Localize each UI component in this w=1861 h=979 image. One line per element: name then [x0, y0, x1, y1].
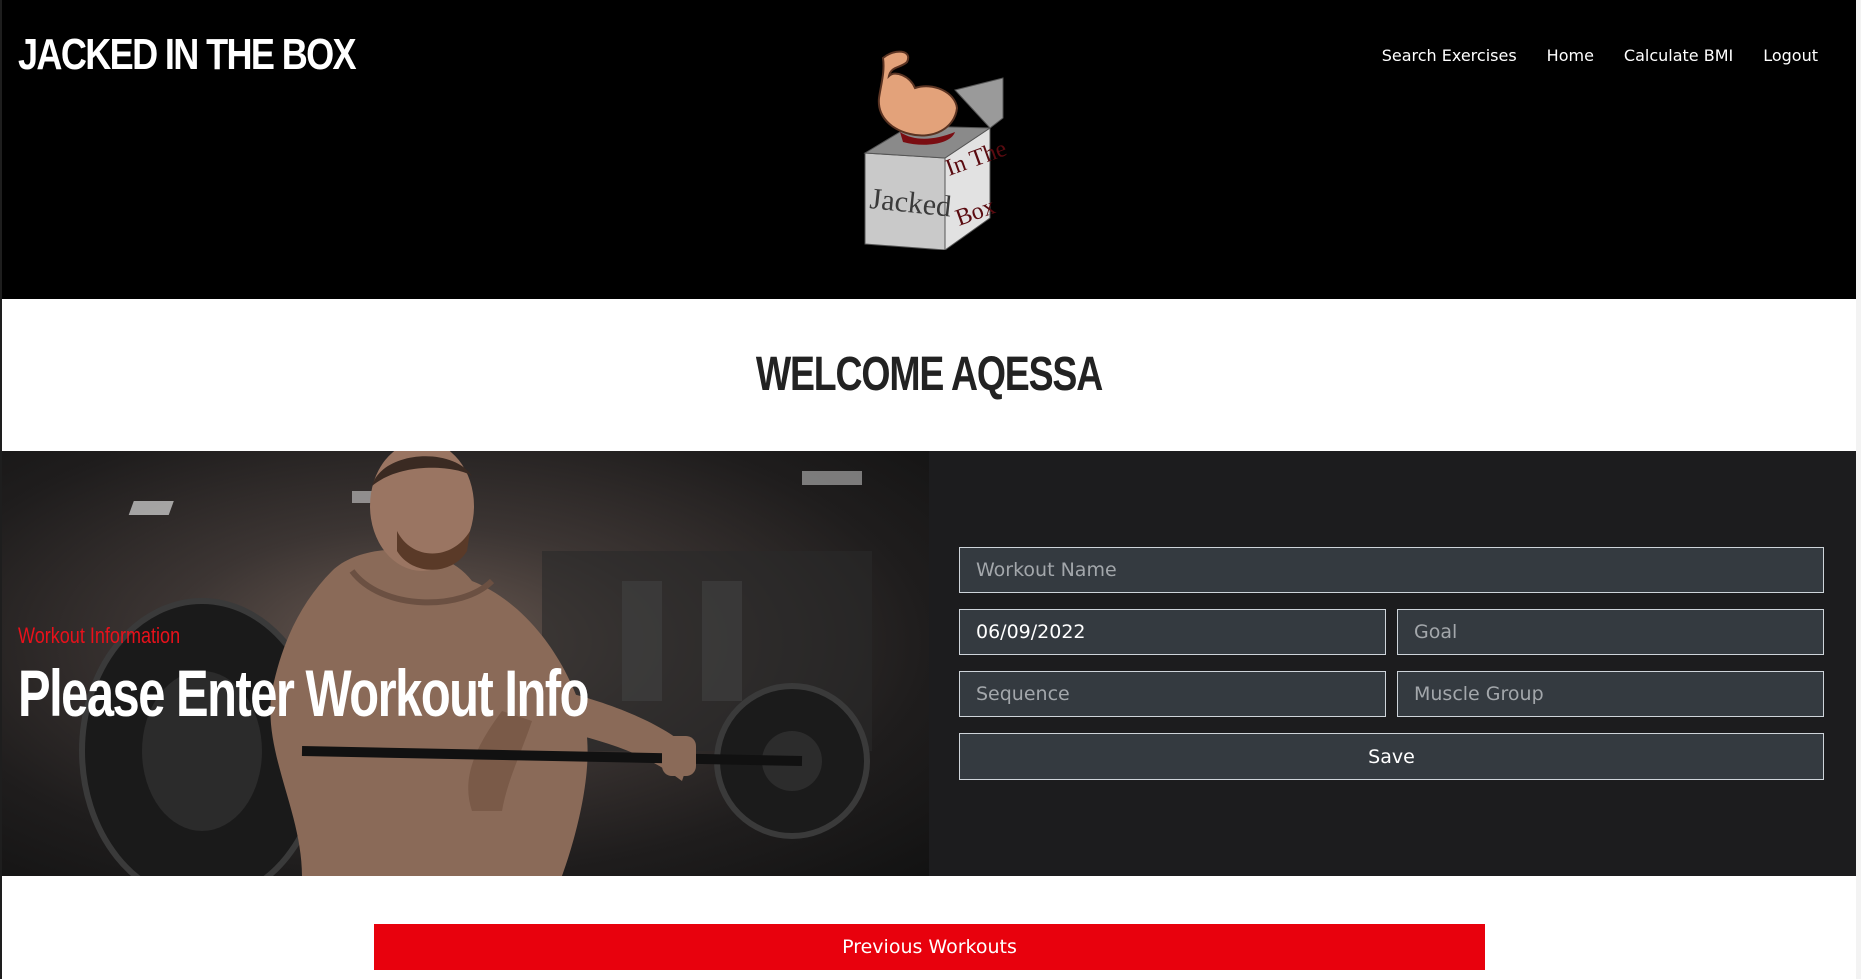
jacked-in-the-box-logo[interactable]: Jacked In The Box [855, 48, 1010, 250]
nav-calculate-bmi[interactable]: Calculate BMI [1624, 46, 1733, 65]
site-header: JACKED IN THE BOX Jacked In The Box Sear… [2, 0, 1856, 299]
nav-search-exercises[interactable]: Search Exercises [1382, 46, 1517, 65]
muscle-group-input[interactable] [1414, 683, 1807, 705]
window-scrollbar-track[interactable] [1856, 0, 1861, 979]
workout-form: Save [929, 451, 1856, 876]
welcome-heading: WELCOME AQESSA [2, 347, 1856, 402]
hero-title: Please Enter Workout Info [18, 656, 589, 730]
goal-input[interactable] [1414, 621, 1807, 643]
sequence-input[interactable] [976, 683, 1369, 705]
main-navigation: Search Exercises Home Calculate BMI Logo… [1352, 46, 1818, 65]
welcome-heading-text: WELCOME AQESSA [755, 348, 1103, 401]
save-button[interactable]: Save [959, 733, 1824, 780]
sequence-field[interactable] [959, 671, 1386, 717]
workout-name-input[interactable] [976, 559, 1807, 581]
welcome-section: WELCOME AQESSA [2, 299, 1856, 451]
date-input[interactable] [976, 621, 1369, 643]
muscle-group-field[interactable] [1397, 671, 1824, 717]
date-field[interactable] [959, 609, 1386, 655]
nav-home[interactable]: Home [1547, 46, 1594, 65]
workout-hero: Workout Information Please Enter Workout… [2, 451, 929, 876]
goal-field[interactable] [1397, 609, 1824, 655]
nav-logout[interactable]: Logout [1763, 46, 1818, 65]
previous-workouts-button[interactable]: Previous Workouts [374, 924, 1485, 970]
brand-title[interactable]: JACKED IN THE BOX [18, 30, 357, 80]
hero-subtitle: Workout Information [18, 623, 181, 648]
workout-name-field[interactable] [959, 547, 1824, 593]
